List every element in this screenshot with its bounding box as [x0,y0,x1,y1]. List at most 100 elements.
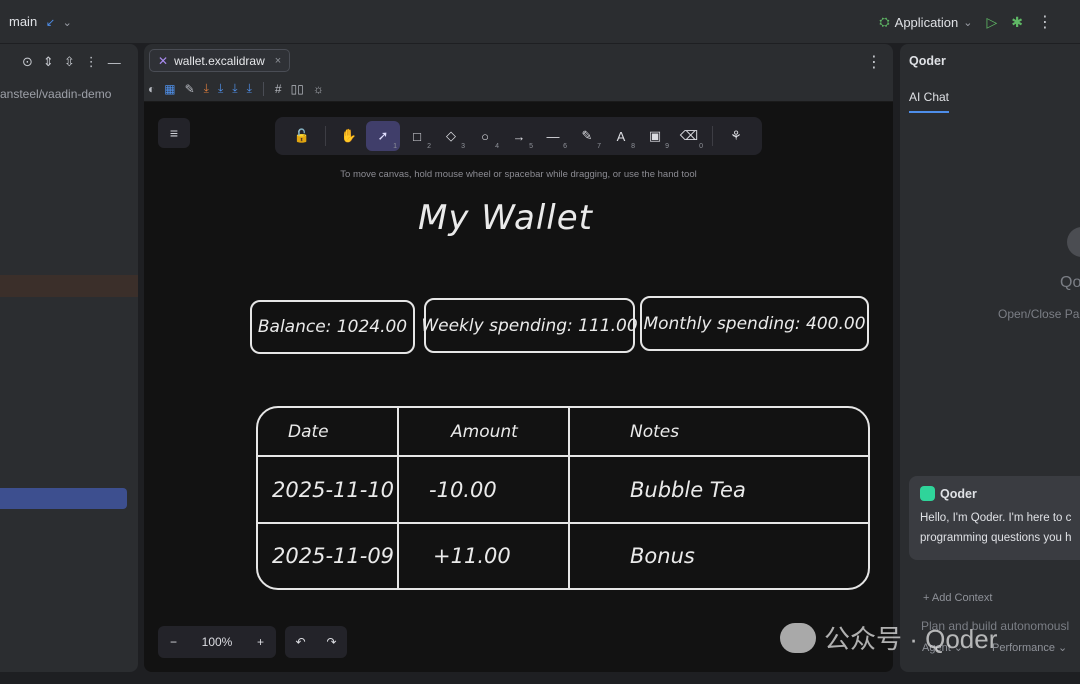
edit-icon[interactable]: ✎ [185,82,195,96]
title-bar: main ↙ ⌄ ⛭ Application ⌄ ▷ ✱ ⋮ [0,0,1080,44]
diamond-tool[interactable]: ◇ 3 [434,121,468,151]
run-config-label: Application [894,14,959,30]
zoom-out-button[interactable]: − [170,635,177,649]
export-png-icon[interactable]: ⤓ [204,81,209,96]
zoom-level[interactable]: 100% [202,635,233,649]
monthly-spending-card[interactable]: Monthly spending: 400.00 [640,296,869,351]
image-tool[interactable]: ▣ 9 [638,121,672,151]
cell-date: 2025-11-10 [258,454,399,525]
branch-selector[interactable]: main ↙ ⌄ [9,14,72,29]
canvas-hint: To move canvas, hold mouse wheel or spac… [340,169,697,180]
locate-icon[interactable]: ⊙ [22,54,33,70]
tab-label: wallet.excalidraw [174,53,265,68]
export-file-icon[interactable]: ⤓ [247,81,252,96]
tab-wallet-excalidraw[interactable]: ✕ wallet.excalidraw × [149,49,291,72]
selected-tree-row[interactable] [0,488,127,509]
more-icon[interactable]: ⋮ [1037,12,1053,32]
more-shapes-tool[interactable]: ⚘ [719,121,753,151]
transactions-table[interactable]: Date Amount Notes 2025-11-10 -10.00 Bubb… [256,406,870,590]
theme-icon[interactable]: ◐ [148,82,155,96]
text-tool[interactable]: A8 [604,121,638,151]
draw-tool[interactable]: ✎ 7 [570,121,604,151]
zoom-controls: − 100% + [158,626,276,658]
watermark: 公众号 · Qoder [780,619,997,656]
editor-toolbar: ◐ ▦ ✎ ⤓ ⤓ ⤓ ⤓ # ▯▯ ☼ [144,76,893,102]
ellipse-icon: ○ [481,128,489,144]
zoom-in-button[interactable]: + [257,635,264,649]
excalidraw-file-icon: ✕ [158,53,169,68]
watermark-text: 公众号 · Qoder [824,624,998,654]
run-config-icon: ⛭ [879,14,890,29]
cell-amount: +11.00 [397,522,570,588]
tab-ai-chat[interactable]: AI Chat [909,90,949,104]
image-icon[interactable]: ▦ [164,82,175,96]
open-close-hint: Open/Close Pa [998,307,1080,321]
toolbar-divider [712,126,713,146]
shortcut-number: 1 [393,143,397,150]
project-toolbar: ⊙ ⇕ ⇳ ⋮ — [0,50,138,74]
line-tool[interactable]: —6 [536,121,570,151]
highlighted-tree-row[interactable] [0,275,138,297]
weekly-spending-card[interactable]: Weekly spending: 111.00 [421,298,638,353]
grid-icon[interactable]: # [275,82,282,96]
cell-amount: -10.00 [397,454,570,525]
close-icon[interactable]: × [275,55,281,67]
excalidraw-canvas[interactable]: ≡ 🔓 ✋ ➚ 1 □ 2 ◇ 3 ○ 4 → 5 —6 ✎ 7 A8 ▣ 9 ⌫ 0 ⚘ To… [144,102,893,672]
image-icon: ▣ [648,128,662,143]
header-date: Date [258,408,399,457]
text-icon: A [616,128,626,144]
ellipse-tool[interactable]: ○ 4 [468,121,502,151]
history-controls: ↶ ↷ [285,626,347,658]
arrow-tool[interactable]: → 5 [502,121,536,151]
branch-arrow-icon: ↙ [45,17,56,29]
line-icon: — [546,128,560,144]
shortcut-number: 2 [427,143,431,150]
chat-message: Qoder Hello, I'm Qoder. I'm here to c pr… [909,476,1080,560]
editor-tabbar: ✕ wallet.excalidraw × ⋮ [144,44,893,76]
expand-icon[interactable]: ⇕ [43,54,54,70]
run-icon[interactable]: ▷ [986,14,997,31]
branch-name: main [9,14,38,29]
welcome-name: Qo [1060,274,1080,291]
arrow-icon: → [512,128,526,144]
export-svg-icon[interactable]: ⤓ [218,81,223,96]
cell-notes: Bonus [568,522,868,588]
rectangle-icon: □ [413,128,421,144]
shortcut-number: 9 [665,143,669,150]
redo-button[interactable]: ↷ [326,635,336,649]
more-icon[interactable]: ⋮ [866,52,882,72]
project-path[interactable]: ansteel/vaadin-demo [0,87,111,101]
chevron-down-icon: ⌄ [963,16,973,29]
performance-selector[interactable]: Performance ⌄ [992,641,1067,654]
run-controls: ⛭ Application ⌄ ▷ ✱ ⋮ [879,12,1053,32]
hand-tool[interactable]: ✋ [332,121,366,151]
rectangle-tool[interactable]: □ 2 [400,121,434,151]
undo-button[interactable]: ↶ [295,635,305,649]
run-config-selector[interactable]: ⛭ Application ⌄ [879,14,972,30]
toolbar-divider [262,81,264,96]
shape-toolbar: 🔓 ✋ ➚ 1 □ 2 ◇ 3 ○ 4 → 5 —6 ✎ 7 A8 ▣ 9 ⌫ 0 ⚘ [275,117,762,155]
debug-icon[interactable]: ✱ [1011,14,1023,31]
eraser-tool[interactable]: ⌫ 0 [672,121,706,151]
drawing-title[interactable]: My Wallet [418,198,593,238]
lock-tool[interactable]: 🔓 [285,121,319,151]
collapse-icon[interactable]: ⇳ [64,54,75,70]
message-author: Qoder [920,486,977,501]
selection-tool[interactable]: ➚ 1 [366,121,400,151]
balance-card[interactable]: Balance: 1024.00 [250,300,415,354]
menu-button[interactable]: ≡ [158,118,190,148]
shortcut-number: 5 [529,143,533,150]
shortcut-number: 3 [461,143,465,150]
author-name: Qoder [940,486,977,501]
shortcut-number: 7 [597,143,601,150]
add-context-button[interactable]: + Add Context [923,592,992,604]
toolbar-divider [325,126,326,146]
qoder-icon [920,486,935,501]
book-icon[interactable]: ▯▯ [291,82,304,96]
export-json-icon[interactable]: ⤓ [232,81,237,96]
more-icon[interactable]: ⋮ [85,54,98,70]
project-panel: ⊙ ⇕ ⇳ ⋮ — ansteel/vaadin-demo [0,44,138,672]
sun-icon[interactable]: ☼ [313,82,324,96]
lock-icon: 🔓 [293,128,311,143]
minimize-icon[interactable]: — [108,55,121,70]
